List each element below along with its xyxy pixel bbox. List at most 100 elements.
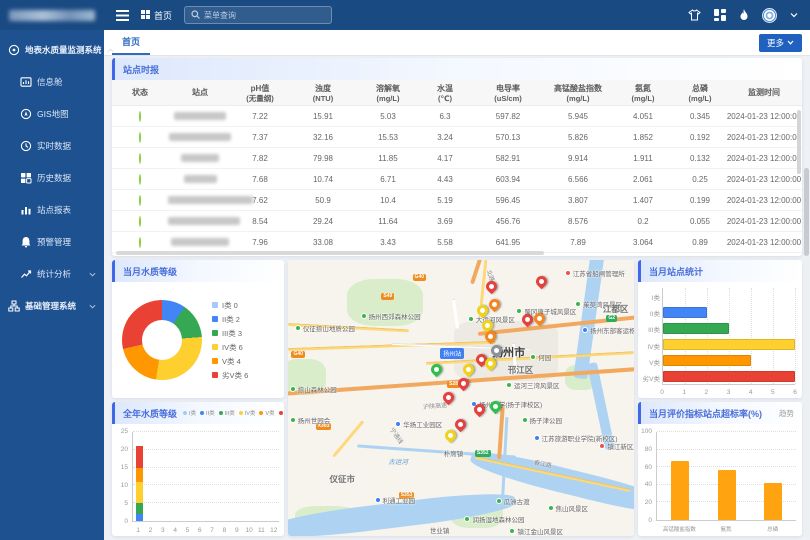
main-area: 首页 菜单查询 (104, 0, 810, 540)
trend-link[interactable]: 趋势 (779, 408, 794, 419)
map-canvas[interactable]: G40S49G40S28G2S352S353X303扬州西郊森林公园仪征捺山地质… (288, 260, 634, 536)
h-bar[interactable] (663, 371, 795, 382)
value-cell: 15.91 (288, 112, 358, 121)
station-cell (168, 112, 232, 121)
search-input[interactable]: 菜单查询 (184, 6, 332, 24)
table-vertical-scrollbar[interactable] (797, 110, 801, 174)
sidebar-group-0[interactable]: 地表水质量监测系统 (0, 34, 104, 66)
poi-label: 何园 (530, 352, 551, 362)
sidebar: 地表水质量监测系统信息舱GIS地图实时数据历史数据站点报表预警管理统计分析基础管… (0, 0, 104, 540)
poi-label: 扬子津公园 (522, 415, 563, 425)
status-cell (112, 133, 168, 142)
panel-title-monthly-grade: 当月水质等级 (123, 265, 177, 278)
h-bar[interactable] (663, 355, 751, 366)
value-cell: 582.91 (472, 154, 544, 163)
h-bar[interactable] (663, 339, 795, 350)
category-label: 总磷 (767, 525, 778, 533)
bar-segment (136, 514, 143, 521)
category-label: V类 (649, 357, 660, 367)
value-cell: 7.22 (232, 112, 288, 121)
value-cell: 11.85 (358, 154, 418, 163)
annual-grade-panel: 全年水质等级 I类II类III类IV类V类劣V类 051015202512345… (112, 402, 284, 536)
status-ok-dot (139, 153, 141, 164)
table-row: 7.8279.9811.854.17582.919.9141.9110.1322… (112, 148, 802, 169)
page-scrollbar[interactable] (804, 166, 809, 537)
legend-item: II类 (200, 409, 215, 417)
grid-icon (141, 10, 150, 21)
chevron-down-icon[interactable] (790, 12, 798, 18)
sidebar-item-站点报表[interactable]: 站点报表 (0, 194, 104, 226)
more-button[interactable]: 更多 (759, 34, 802, 52)
y-tick-label: 0 (114, 518, 128, 525)
value-cell: 4.43 (418, 175, 472, 184)
value-cell: 5.945 (544, 112, 612, 121)
column-header: 氨氮(mg/L) (612, 83, 674, 103)
v-bar[interactable] (671, 461, 689, 520)
sidebar-item-信息舱[interactable]: 信息舱 (0, 66, 104, 98)
value-cell: 7.89 (544, 238, 612, 247)
layout-icon[interactable] (714, 9, 726, 21)
column-header: 溶解氧(mg/L) (358, 83, 418, 103)
value-cell: 6.566 (544, 175, 612, 184)
x-tick-label: 6 (793, 389, 797, 396)
gridline (685, 288, 686, 384)
search-placeholder: 菜单查询 (204, 10, 236, 21)
value-cell: 7.96 (232, 238, 288, 247)
v-bar[interactable] (764, 483, 782, 520)
road (332, 420, 364, 457)
x-tick-label: 12 (270, 527, 277, 534)
h-bar[interactable] (663, 307, 707, 318)
tab-home[interactable]: 首页 (112, 30, 150, 55)
station-cell (168, 217, 232, 226)
topbar: 首页 菜单查询 (104, 0, 810, 30)
column-header: 站点 (168, 87, 232, 98)
column-header: 浊度(NTU) (288, 83, 358, 103)
sidebar-item-预警管理[interactable]: 预警管理 (0, 226, 104, 258)
road-badge: S352 (475, 450, 491, 457)
category-label: III类 (648, 324, 660, 334)
bar-slot (145, 432, 157, 521)
value-cell: 29.24 (288, 217, 358, 226)
status-cell (112, 217, 168, 226)
flame-icon[interactable] (739, 9, 749, 21)
status-cell (112, 238, 168, 247)
y-tick-label: 25 (114, 428, 128, 435)
sidebar-group-1[interactable]: 基础管理系统 (0, 290, 104, 322)
status-ok-dot (139, 111, 141, 122)
plot-area (656, 432, 796, 521)
bar-slot (243, 432, 255, 521)
station-name-redacted (181, 154, 219, 162)
bar-slot (182, 432, 194, 521)
table-horizontal-scrollbar[interactable] (116, 251, 544, 255)
sidebar-item-统计分析[interactable]: 统计分析 (0, 258, 104, 290)
value-cell: 8.54 (232, 217, 288, 226)
theme-skin-icon[interactable] (688, 9, 701, 21)
user-avatar[interactable] (762, 8, 777, 23)
sidebar-item-实时数据[interactable]: 实时数据 (0, 130, 104, 162)
x-tick-label: 6 (198, 527, 202, 534)
map-icon (20, 108, 32, 120)
monthly-grade-panel: 当月水质等级 I类 0II类 2III类 3IV类 6V类 4劣V类 6 (112, 260, 284, 398)
table-row: 7.6810.746.714.43603.946.5662.0610.25202… (112, 169, 802, 190)
poi-label: 世业镇 (430, 525, 450, 535)
legend-item: 劣V类 (279, 409, 284, 417)
v-bar[interactable] (718, 470, 736, 520)
poi-label: 镇江金山风景区 (509, 526, 563, 536)
stacked-bar[interactable] (136, 432, 143, 521)
category-label: 劣V类 (643, 373, 660, 383)
x-tick-label: 8 (223, 527, 227, 534)
gridline (751, 288, 752, 384)
h-bar[interactable] (663, 323, 729, 334)
bar-slot (267, 432, 279, 521)
value-cell: 0.2 (612, 217, 674, 226)
sidebar-item-历史数据[interactable]: 历史数据 (0, 162, 104, 194)
value-cell: 6.71 (358, 175, 418, 184)
annual-grade-chart: 0510152025123456789101112 (112, 424, 284, 536)
sidebar-item-GIS地图[interactable]: GIS地图 (0, 98, 104, 130)
station-name-redacted (169, 133, 231, 141)
value-cell: 0.89 (674, 238, 726, 247)
breadcrumb[interactable]: 首页 (141, 9, 172, 22)
value-cell: 3.807 (544, 196, 612, 205)
hamburger-menu-icon[interactable] (116, 10, 129, 21)
value-cell: 10.4 (358, 196, 418, 205)
